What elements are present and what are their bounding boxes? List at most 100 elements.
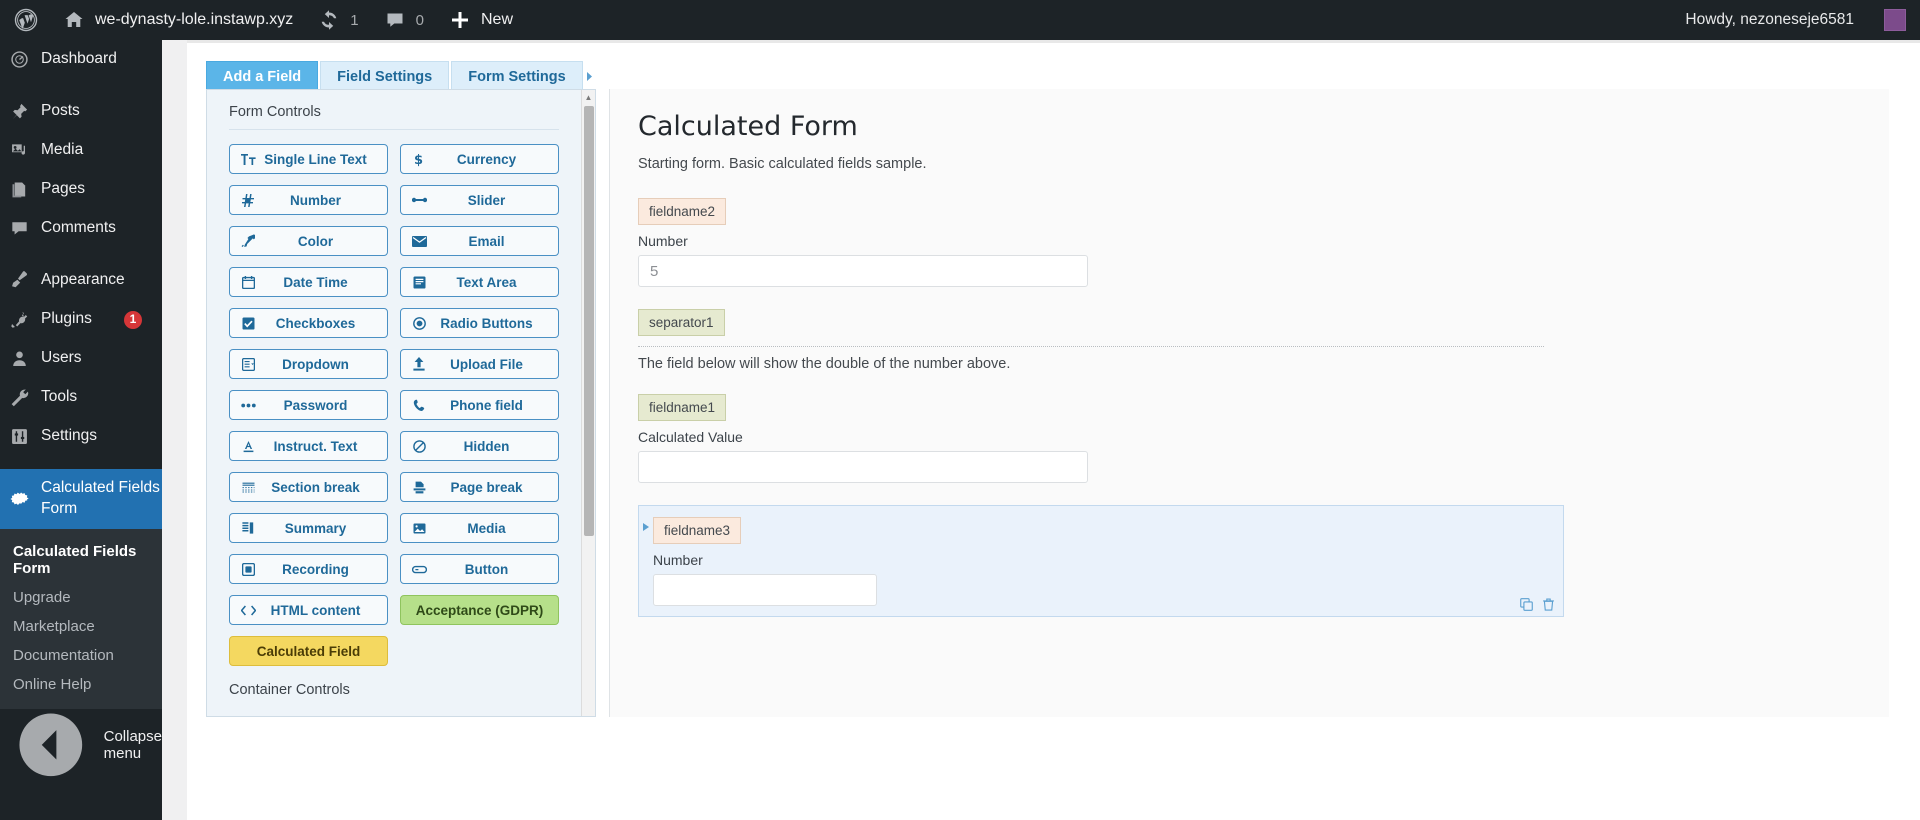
slider-icon [410, 196, 428, 204]
section-break-icon [239, 482, 257, 493]
comments-button[interactable]: 0 [371, 0, 436, 40]
number-input-fieldname3[interactable] [653, 574, 877, 606]
comments-count: 0 [415, 11, 424, 29]
field-button-recording[interactable]: Recording [229, 554, 388, 584]
no-entry-icon [410, 439, 428, 453]
sidebar-item-posts[interactable]: Posts [0, 92, 162, 131]
field-button-slider[interactable]: Slider [400, 185, 559, 215]
field-button-section-break[interactable]: Section break [229, 472, 388, 502]
sidebar-item-appearance[interactable]: Appearance [0, 261, 162, 300]
field-button-single-line-text[interactable]: Single Line Text [229, 144, 388, 174]
form-field-fieldname1[interactable]: fieldname1 Calculated Value [638, 394, 1861, 483]
sidebar-item-media[interactable]: Media [0, 131, 162, 170]
field-button-calculated-field[interactable]: Calculated Field [229, 636, 388, 666]
number-input-fieldname2[interactable]: 5 [638, 255, 1088, 287]
builder-scroll-content: Form Controls Single Line Text $ Currenc… [207, 90, 581, 716]
new-content-label: New [480, 11, 513, 28]
field-button-currency[interactable]: $ Currency [400, 144, 559, 174]
admin-bar: we-dynasty-lole.instawp.xyz 1 0 New Howd… [0, 0, 1920, 40]
sidebar-submenu: Calculated Fields Form Upgrade Marketpla… [0, 528, 162, 709]
scrollbar-thumb[interactable] [584, 106, 594, 536]
submenu-item-calculated-fields-form[interactable]: Calculated Fields Form [0, 537, 162, 583]
collapse-arrow-icon [19, 713, 83, 777]
field-button-label: Section break [271, 479, 360, 495]
dropdown-list-icon [239, 357, 257, 371]
form-field-separator1[interactable]: separator1 The field below will show the… [638, 309, 1861, 372]
field-button-hidden[interactable]: Hidden [400, 431, 559, 461]
field-button-label: Phone field [450, 397, 523, 413]
sidebar-item-label: Posts [41, 102, 80, 120]
site-name-button[interactable]: we-dynasty-lole.instawp.xyz [50, 0, 305, 40]
pages-icon [12, 182, 26, 198]
sidebar-item-tools[interactable]: Tools [0, 378, 162, 417]
field-button-button[interactable]: Button [400, 554, 559, 584]
field-button-upload-file[interactable]: Upload File [400, 349, 559, 379]
field-button-checkboxes[interactable]: Checkboxes [229, 308, 388, 338]
field-button-phone-field[interactable]: Phone field [400, 390, 559, 420]
tab-form-settings[interactable]: Form Settings [451, 61, 583, 91]
sidebar-item-dashboard[interactable]: Dashboard [0, 40, 162, 79]
record-icon [239, 562, 257, 576]
sidebar-item-settings[interactable]: Settings [0, 417, 162, 456]
duplicate-icon[interactable] [1520, 598, 1533, 611]
field-button-label: Summary [284, 520, 347, 536]
form-field-fieldname2[interactable]: fieldname2 Number 5 [638, 198, 1861, 287]
wordpress-logo-icon [14, 8, 38, 32]
tab-field-settings[interactable]: Field Settings [320, 61, 450, 91]
tabs-next-button[interactable] [585, 61, 596, 91]
field-button-email[interactable]: Email [400, 226, 559, 256]
new-content-button[interactable]: New [436, 0, 525, 40]
content-area: Add a Field Field Settings Form Settings… [162, 40, 1920, 820]
field-button-acceptance-gdpr[interactable]: Acceptance (GDPR) [400, 595, 559, 625]
sidebar-item-comments[interactable]: Comments [0, 209, 162, 248]
sidebar-item-pages[interactable]: Pages [0, 170, 162, 209]
field-button-radio-buttons[interactable]: Radio Buttons [400, 308, 559, 338]
field-button-summary[interactable]: Summary [229, 513, 388, 543]
submenu-item-upgrade[interactable]: Upgrade [0, 583, 162, 612]
form-field-fieldname3[interactable]: fieldname3 Number [638, 505, 1564, 617]
updates-button[interactable]: 1 [305, 0, 370, 40]
field-button-password[interactable]: Password [229, 390, 388, 420]
field-button-dropdown[interactable]: Dropdown [229, 349, 388, 379]
submenu-item-documentation[interactable]: Documentation [0, 641, 162, 670]
builder-scrollbar[interactable]: ▲ [581, 90, 595, 716]
upload-arrow-icon [410, 357, 428, 371]
field-button-media[interactable]: Media [400, 513, 559, 543]
field-button-instruct-text[interactable]: Instruct. Text [229, 431, 388, 461]
gear-icon [10, 492, 29, 506]
sidebar-separator [0, 456, 162, 469]
field-button-html-content[interactable]: HTML content [229, 595, 388, 625]
checkbox-checked-icon [239, 317, 257, 330]
form-preview-panel: Calculated Form Starting form. Basic cal… [609, 89, 1889, 717]
code-brackets-icon [239, 605, 257, 616]
scroll-up-arrow-icon[interactable]: ▲ [582, 90, 595, 104]
sidebar-item-users[interactable]: Users [0, 339, 162, 378]
submenu-item-marketplace[interactable]: Marketplace [0, 612, 162, 641]
field-button-text-area[interactable]: Text Area [400, 267, 559, 297]
tab-label: Field Settings [337, 68, 433, 85]
field-button-number[interactable]: Number [229, 185, 388, 215]
trash-icon[interactable] [1542, 598, 1555, 611]
field-button-page-break[interactable]: Page break [400, 472, 559, 502]
field-button-color[interactable]: Color [229, 226, 388, 256]
sidebar-item-calculated-fields-form[interactable]: Calculated Fields Form [0, 469, 162, 529]
sidebar-item-label: Pages [41, 180, 85, 198]
sidebar-item-label: Tools [41, 388, 78, 406]
wordpress-logo-button[interactable] [0, 0, 50, 40]
user-icon [13, 351, 26, 366]
calculated-value-input-fieldname1[interactable] [638, 451, 1088, 483]
tab-add-a-field[interactable]: Add a Field [206, 61, 319, 91]
sidebar-item-plugins[interactable]: Plugins 1 [0, 300, 162, 339]
field-button-date-time[interactable]: Date Time [229, 267, 388, 297]
form-description: Starting form. Basic calculated fields s… [638, 156, 927, 172]
expand-caret-icon[interactable] [643, 523, 649, 531]
form-controls-title: Form Controls [229, 104, 321, 120]
howdy-menu[interactable]: Howdy, nezoneseje6581 [1673, 0, 1876, 40]
site-name-label: we-dynasty-lole.instawp.xyz [95, 11, 294, 28]
page-title: Calculated Form [638, 111, 858, 142]
currency-dollar-icon: $ [410, 152, 428, 167]
radio-button-icon [410, 316, 428, 330]
text-area-icon [410, 276, 428, 289]
plus-icon [451, 12, 468, 28]
collapse-menu-button[interactable]: Collapse menu [0, 694, 162, 796]
